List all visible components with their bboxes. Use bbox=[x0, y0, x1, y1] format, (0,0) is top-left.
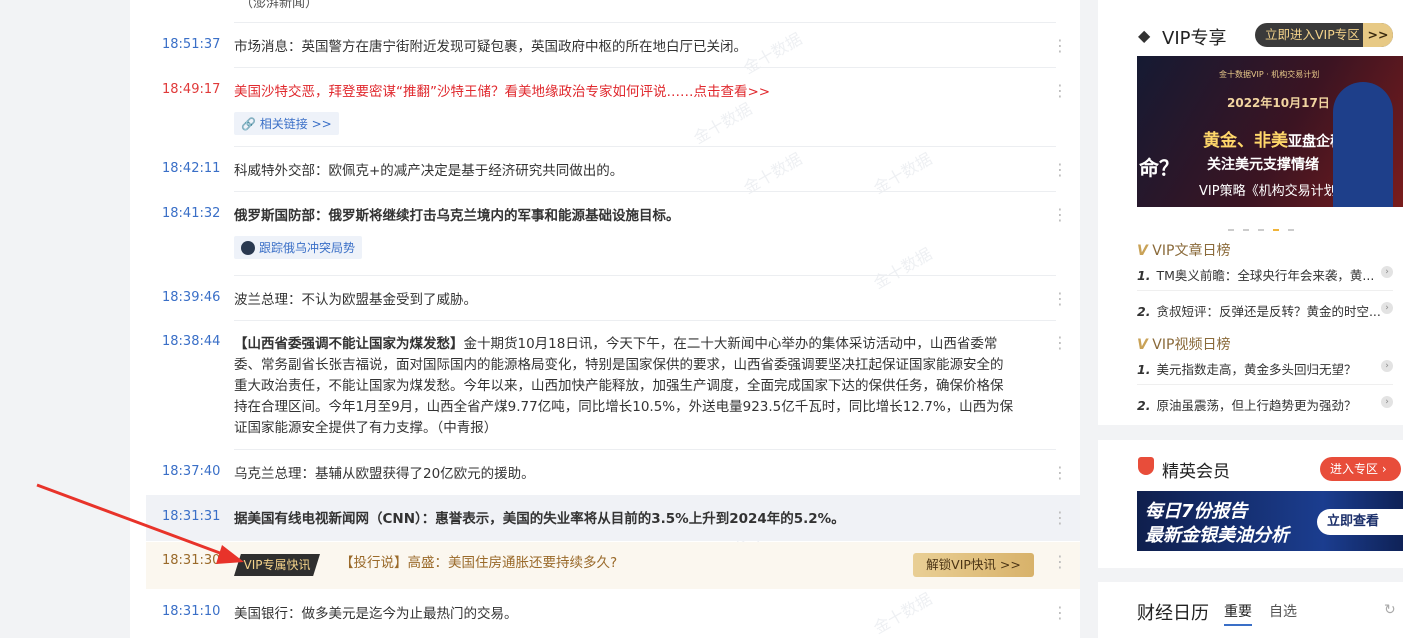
more-options-icon[interactable]: ⋮ bbox=[1052, 554, 1068, 570]
more-options-icon[interactable]: ⋮ bbox=[1052, 510, 1068, 526]
enter-elite-button[interactable]: 进入专区 › bbox=[1320, 457, 1401, 481]
news-text[interactable]: 美国沙特交恶，拜登要密谋“推翻”沙特王储？看美地缘政治专家如何评说……点击查看>… bbox=[234, 82, 1054, 103]
banner-line2: 关注美元支撑情绪 bbox=[1207, 157, 1319, 173]
rank-item[interactable]: 1. 美元指数走高，黄金多头回归无望？ › bbox=[1137, 359, 1393, 378]
more-options-icon[interactable]: ⋮ bbox=[1052, 38, 1068, 54]
news-line: 委、常务副省长张吉福说，面对国际国内的能源格局变化，特别是国家保供的要求，山西省… bbox=[234, 357, 1004, 373]
more-options-icon[interactable]: ⋮ bbox=[1052, 465, 1068, 481]
elite-banner[interactable]: 每日7份报告 最新金银美油分析 立即查看 bbox=[1137, 491, 1403, 551]
news-text: 美国银行：做多美元是迄今为止最热门的交易。 bbox=[234, 606, 518, 622]
watermark: 金十数据 bbox=[870, 244, 936, 293]
chevron-right-icon: › bbox=[1381, 360, 1393, 372]
enter-vip-button[interactable]: 立即进入VIP专区 >> bbox=[1255, 23, 1393, 47]
chevron-right-icon: › bbox=[1381, 266, 1393, 278]
news-text: 据美国有线电视新闻网（CNN）：惠誉表示，美国的失业率将从目前的3.5%上升到2… bbox=[234, 511, 845, 527]
divider bbox=[234, 67, 1056, 68]
vip-logo-icon: V bbox=[1137, 243, 1148, 259]
banner-line3: VIP策略《机构交易计划》 bbox=[1199, 184, 1350, 199]
vip-card-title: VIP专享 bbox=[1162, 28, 1227, 49]
elite-banner-line2: 最新金银美油分析 bbox=[1145, 525, 1289, 546]
video-rank-title: V VIP视频日榜 bbox=[1137, 337, 1231, 353]
news-text: 波兰总理：不认为欧盟基金受到了威胁。 bbox=[234, 292, 477, 308]
arrow-icon: >> bbox=[1363, 23, 1393, 47]
elite-badge-icon bbox=[1138, 457, 1154, 475]
presenter-image bbox=[1333, 82, 1393, 207]
tab-custom[interactable]: 自选 bbox=[1269, 601, 1297, 621]
more-options-icon[interactable]: ⋮ bbox=[1052, 83, 1068, 99]
rank-item[interactable]: 1. TM奥义前瞻：全球央行年会来袭，黄... › bbox=[1137, 265, 1393, 284]
chevron-right-icon: › bbox=[1381, 302, 1393, 314]
news-line: 持在合理区间。今年1月至9月，山西全省产煤9.77亿吨，同比增长10.5%，外送… bbox=[234, 399, 1014, 415]
news-text: 乌克兰总理：基辅从欧盟获得了20亿欧元的援助。 bbox=[234, 466, 535, 482]
more-options-icon[interactable]: ⋮ bbox=[1052, 207, 1068, 223]
vip-banner[interactable]: 金十数据VIP · 机构交易计划 2022年10月17日 黄金、非美亚盘企稳 关… bbox=[1137, 56, 1403, 207]
divider bbox=[234, 191, 1056, 192]
tab-important[interactable]: 重要 bbox=[1224, 601, 1252, 626]
article-rank-title: V VIP文章日榜 bbox=[1137, 243, 1231, 259]
more-options-icon[interactable]: ⋮ bbox=[1052, 335, 1068, 351]
divider bbox=[234, 449, 1056, 450]
more-options-icon[interactable]: ⋮ bbox=[1052, 162, 1068, 178]
watermark: 金十数据 bbox=[690, 99, 756, 148]
banner-headline: 黄金、非美亚盘企稳 bbox=[1203, 131, 1344, 151]
rank-item[interactable]: 2. 原油虽震荡，但上行趋势更为强劲？ › bbox=[1137, 395, 1393, 414]
annotation-arrow bbox=[36, 483, 244, 564]
chevron-right-icon: › bbox=[1381, 396, 1393, 408]
banner-date: 2022年10月17日 bbox=[1227, 96, 1330, 110]
vip-card: ◆ VIP专享 立即进入VIP专区 >> 金十数据VIP · 机构交易计划 20… bbox=[1098, 0, 1403, 425]
divider bbox=[1137, 384, 1393, 385]
unlock-vip-button[interactable]: 解锁VIP快讯 >> bbox=[913, 553, 1034, 577]
banner-left-text: 命？ bbox=[1139, 156, 1179, 180]
banner-top: 金十数据VIP · 机构交易计划 bbox=[1219, 70, 1320, 79]
news-text: 市场消息：英国警方在唐宁街附近发现可疑包裹，英国政府中枢的所在地白厅已关闭。 bbox=[234, 39, 747, 55]
chevron-right-icon: › bbox=[1381, 462, 1387, 476]
elite-card-title: 精英会员 bbox=[1162, 462, 1230, 482]
news-text: 俄罗斯国防部：俄罗斯将继续打击乌克兰境内的军事和能源基础设施目标。 bbox=[234, 208, 680, 224]
view-now-button[interactable]: 立即查看 bbox=[1317, 509, 1403, 535]
elite-banner-line1: 每日7份报告 bbox=[1145, 501, 1248, 522]
divider bbox=[234, 275, 1056, 276]
diamond-icon: ◆ bbox=[1138, 26, 1151, 45]
news-text: 【山西省委强调不能让国家为煤发愁】金十期货10月18日讯，今天下午，在二十大新闻… bbox=[234, 334, 1054, 439]
divider bbox=[1137, 290, 1393, 291]
news-line: 金十期货10月18日讯，今天下午，在二十大新闻中心举办的集体采访活动中，山西省委… bbox=[463, 336, 998, 352]
carousel-dots[interactable] bbox=[1228, 216, 1303, 235]
vip-logo-icon: V bbox=[1137, 337, 1148, 353]
news-line: 重大政治责任，不能让国家为煤发愁。今年以来，山西加快产能释放，加强生产调度，全面… bbox=[234, 378, 1004, 394]
rank-item[interactable]: 2. 贪叔短评：反弹还是反转？黄金的时空... › bbox=[1137, 301, 1393, 320]
calendar-title: 财经日历 bbox=[1137, 603, 1209, 624]
divider bbox=[234, 320, 1056, 321]
divider bbox=[234, 22, 1056, 23]
more-options-icon[interactable]: ⋮ bbox=[1052, 605, 1068, 621]
sidebar: ◆ VIP专享 立即进入VIP专区 >> 金十数据VIP · 机构交易计划 20… bbox=[1098, 0, 1403, 638]
divider bbox=[234, 146, 1056, 147]
refresh-icon[interactable]: ↻ bbox=[1384, 602, 1396, 618]
news-text: 科威特外交部：欧佩克+的减产决定是基于经济研究共同做出的。 bbox=[234, 163, 624, 179]
enter-vip-label: 立即进入VIP专区 bbox=[1265, 27, 1360, 42]
news-line: 证国家能源安全提供了有力支撑。（中青报） bbox=[234, 420, 498, 436]
more-options-icon[interactable]: ⋮ bbox=[1052, 291, 1068, 307]
